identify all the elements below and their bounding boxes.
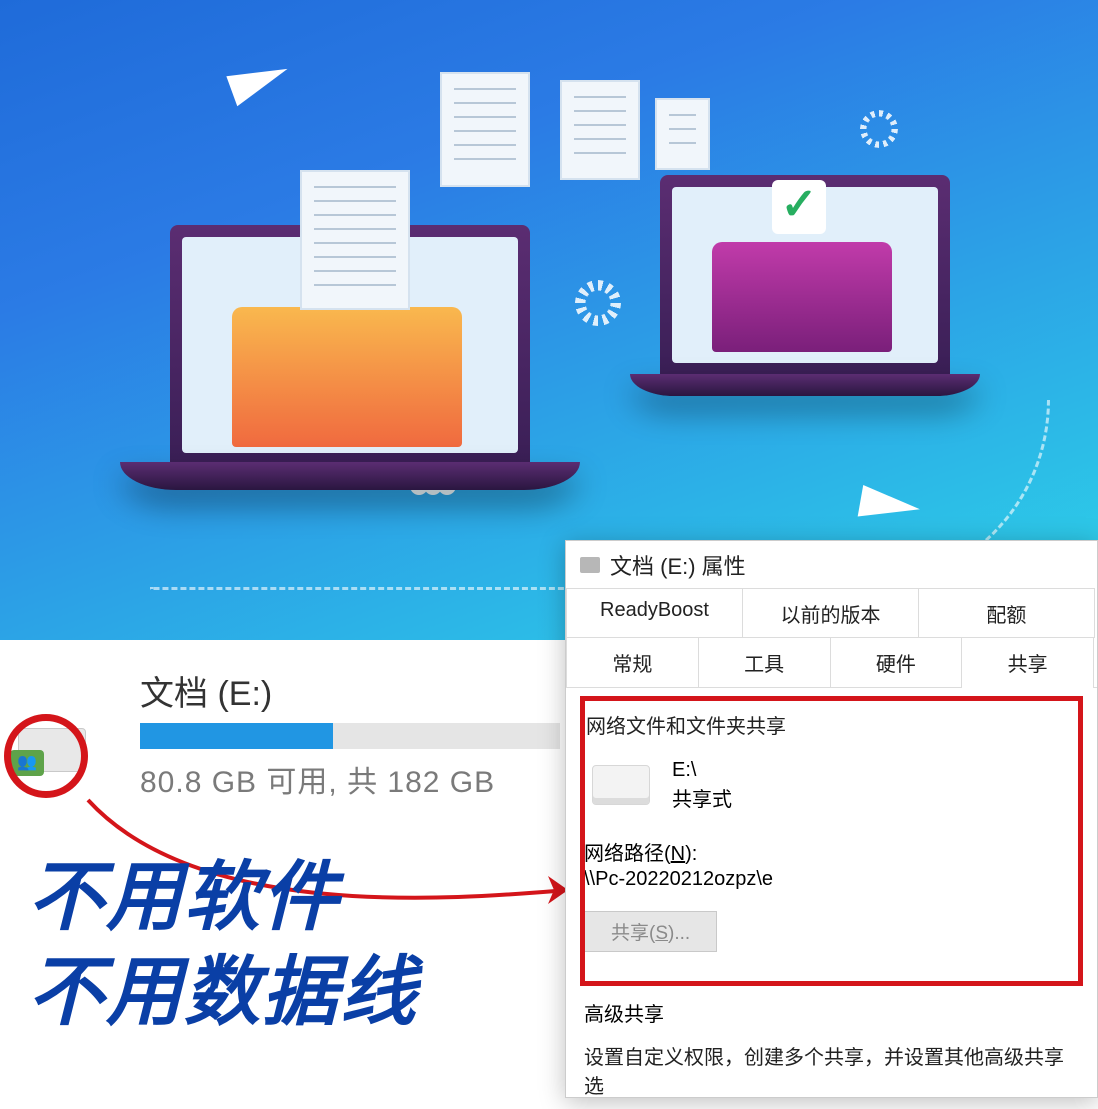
laptop-base <box>120 462 580 490</box>
advanced-share-desc: 设置自定义权限，创建多个共享，并设置其他高级共享选 <box>584 1041 1079 1099</box>
properties-dialog: 文档 (E:) 属性 ReadyBoost 以前的版本 配额 常规 工具 硬件 … <box>565 540 1098 1098</box>
paper-plane-icon <box>226 56 293 107</box>
drive-thumb-icon <box>592 765 650 805</box>
drive-usage-bar <box>140 723 560 749</box>
tab-strip: ReadyBoost 以前的版本 配额 常规 工具 硬件 共享 <box>566 589 1097 688</box>
dialog-title: 文档 (E:) 属性 <box>610 549 746 581</box>
folder-icon <box>712 242 892 352</box>
share-overlay-icon: 👥 <box>10 750 44 776</box>
drive-usage-fill <box>140 723 333 749</box>
drive-small-icon <box>580 557 600 573</box>
tab-general[interactable]: 常规 <box>566 637 699 687</box>
dialog-titlebar[interactable]: 文档 (E:) 属性 <box>566 541 1097 589</box>
loading-spinner-icon <box>860 110 898 148</box>
network-path-label-text: 网络路径(N): <box>584 843 697 865</box>
network-path-value: \\Pc-20220212ozpz\e <box>584 868 1079 891</box>
folder-icon <box>232 307 462 447</box>
tab-sharing[interactable]: 共享 <box>961 637 1094 687</box>
promo-captions: 不用软件 不用数据线 <box>28 850 418 1040</box>
document-icon <box>560 80 640 180</box>
share-button[interactable]: 共享(S)... <box>584 911 717 952</box>
laptop-base <box>630 374 980 396</box>
loading-spinner-icon <box>575 280 621 326</box>
tab-readyboost[interactable]: ReadyBoost <box>566 588 743 638</box>
drive-label: 文档 (E:) <box>140 666 545 715</box>
share-path: E:\ <box>672 755 732 785</box>
document-icon <box>440 72 530 187</box>
sharing-panel: 网络文件和文件夹共享 E:\ 共享式 网络路径(N): \\Pc-2022021… <box>566 688 1097 1109</box>
share-status: 共享式 <box>672 785 732 815</box>
paper-plane-icon <box>858 485 923 527</box>
tab-tools[interactable]: 工具 <box>698 637 831 687</box>
tab-previous[interactable]: 以前的版本 <box>742 588 919 638</box>
advanced-share-label: 高级共享 <box>584 998 1079 1027</box>
caption-line-2: 不用数据线 <box>28 945 418 1040</box>
tab-hardware[interactable]: 硬件 <box>830 637 963 687</box>
drive-free-text: 80.8 GB 可用, 共 182 GB <box>140 757 545 801</box>
document-icon <box>300 170 410 310</box>
document-icon <box>655 98 710 170</box>
tab-quota[interactable]: 配额 <box>918 588 1095 638</box>
caption-line-1: 不用软件 <box>28 850 418 945</box>
checkmark-icon <box>772 180 826 234</box>
network-share-group-label: 网络文件和文件夹共享 <box>586 710 1077 739</box>
